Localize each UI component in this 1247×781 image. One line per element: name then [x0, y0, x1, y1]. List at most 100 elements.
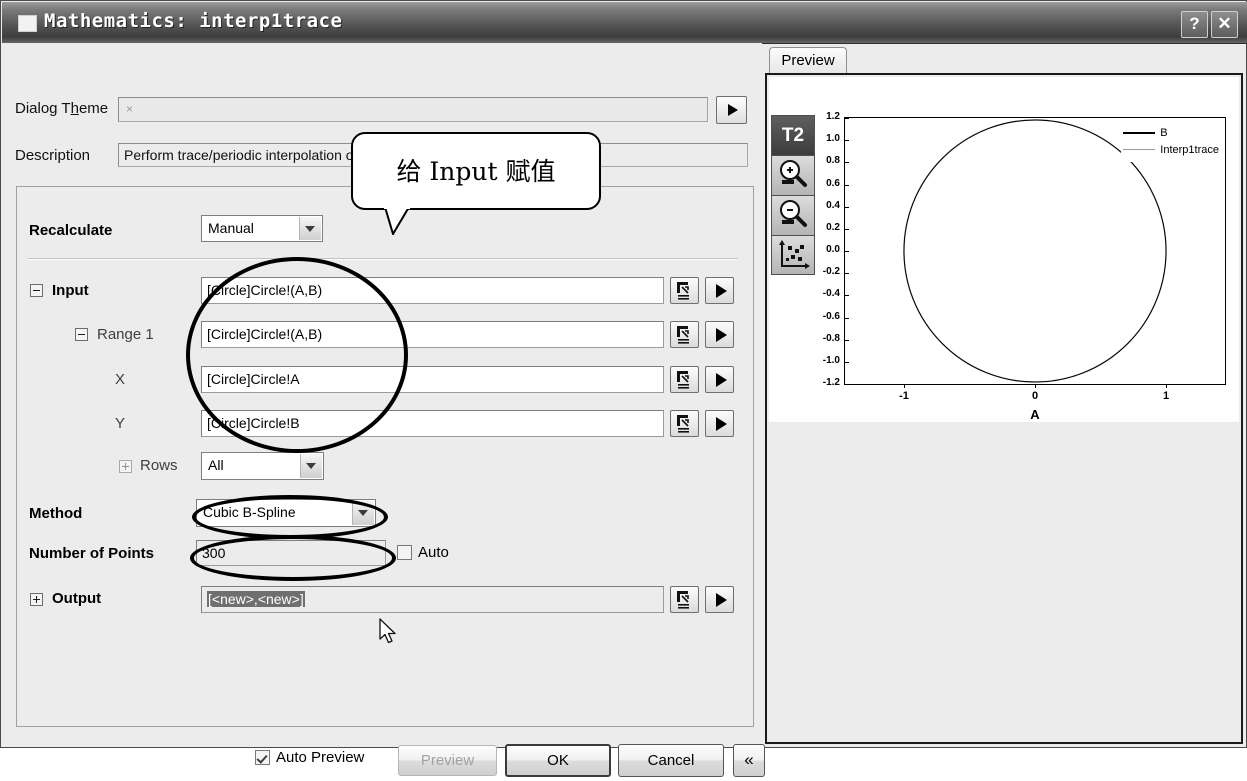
triangle-right-icon: [728, 104, 738, 116]
chart-area: T2 B Interp1trace 1.2 1.0 0.8 0.6 0.4 0.…: [769, 77, 1239, 422]
y-tick-mark: [845, 206, 849, 208]
rescale-button[interactable]: [771, 235, 815, 275]
zoom-out-icon: [780, 200, 807, 227]
zoom-in-button[interactable]: [771, 155, 815, 195]
legend-swatch: [1123, 149, 1156, 150]
y-tick-mark: [845, 228, 849, 230]
recalculate-value: Manual: [208, 220, 254, 236]
rescale-icon: [779, 240, 810, 269]
output-menu-button[interactable]: [705, 586, 734, 613]
recalculate-dropdown[interactable]: Manual: [201, 215, 323, 242]
input-menu-button[interactable]: [705, 277, 734, 304]
y-field[interactable]: [Circle]Circle!B: [201, 410, 664, 437]
y-menu-button[interactable]: [705, 410, 734, 437]
auto-points-label: Auto: [418, 544, 449, 561]
preview-button[interactable]: Preview: [398, 745, 497, 776]
x-menu-button[interactable]: [705, 366, 734, 393]
layer-t2-label: T2: [781, 125, 805, 146]
x-tick-mark: [1035, 384, 1036, 388]
y-tick-label: -0.6: [822, 310, 840, 322]
x-tick-mark: [1166, 384, 1168, 388]
select-data-icon: [677, 415, 689, 433]
y-tick-mark: [845, 273, 849, 275]
cancel-button[interactable]: Cancel: [618, 744, 724, 777]
number-of-points-field[interactable]: 300: [196, 540, 386, 566]
range1-menu-button[interactable]: [705, 321, 734, 348]
tab-preview[interactable]: Preview: [769, 47, 847, 74]
plot-frame: B Interp1trace: [844, 117, 1226, 385]
chevron-down-icon: [299, 217, 321, 240]
close-button[interactable]: ✕: [1211, 11, 1238, 38]
legend-item: B: [1123, 124, 1219, 141]
recalculate-label: Recalculate: [29, 222, 113, 239]
title-bar: Mathematics: interp1trace ? ✕: [2, 2, 1247, 44]
annotation-callout: 给 Input 赋值: [351, 132, 601, 210]
y-tick-mark: [845, 317, 849, 319]
layer-t2-button[interactable]: T2: [771, 115, 815, 155]
y-tick-label: -0.8: [822, 332, 840, 344]
range1-label: Range 1: [97, 326, 154, 343]
auto-preview-checkbox[interactable]: [255, 750, 270, 765]
legend-label: B: [1160, 126, 1168, 139]
annotation-callout-text: 给 Input 赋值: [396, 157, 556, 186]
dialog-window: Mathematics: interp1trace ? ✕ Dialog The…: [0, 0, 1247, 777]
y-tick-mark: [845, 251, 849, 252]
select-data-icon: [677, 371, 689, 389]
ok-button[interactable]: OK: [505, 744, 611, 777]
zoom-out-button[interactable]: [771, 195, 815, 235]
auto-points-checkbox[interactable]: [397, 545, 412, 560]
y-label: Y: [115, 415, 126, 432]
settings-groupbox: [16, 186, 754, 727]
group-separator: [28, 258, 738, 260]
method-value: Cubic B-Spline: [203, 504, 296, 520]
legend-label: Interp1trace: [1160, 143, 1219, 156]
y-tick-mark: [845, 118, 849, 119]
auto-preview-label: Auto Preview: [276, 749, 365, 766]
collapse-button[interactable]: «: [733, 744, 765, 777]
range1-field[interactable]: [Circle]Circle!(A,B): [201, 321, 664, 348]
select-data-icon: [677, 591, 689, 609]
x-tick-label: 0: [1031, 390, 1039, 402]
rows-value: All: [208, 457, 224, 473]
dialog-theme-input[interactable]: ×: [118, 97, 708, 122]
help-button[interactable]: ?: [1181, 11, 1208, 38]
legend-swatch: [1123, 131, 1156, 134]
y-tick-mark: [845, 361, 849, 363]
rows-expander[interactable]: [119, 460, 132, 473]
x-axis-label: A: [1030, 407, 1040, 422]
x-select-data-button[interactable]: [670, 366, 699, 393]
input-label: Input: [52, 282, 89, 299]
y-tick-label: -0.4: [822, 288, 840, 300]
range1-expander[interactable]: [75, 328, 88, 341]
input-expander[interactable]: [30, 284, 43, 297]
preview-toolbar: T2: [771, 115, 815, 275]
chevron-down-icon: [352, 501, 374, 525]
range1-select-data-button[interactable]: [670, 321, 699, 348]
rows-label: Rows: [140, 457, 178, 474]
x-tick-mark: [903, 384, 905, 388]
y-tick-mark: [845, 339, 849, 341]
chart-legend: B Interp1trace: [1121, 120, 1223, 162]
number-of-points-label: Number of Points: [29, 545, 155, 562]
method-dropdown[interactable]: Cubic B-Spline: [196, 499, 376, 527]
y-select-data-button[interactable]: [670, 410, 699, 437]
window-icon: [18, 15, 37, 32]
x-field[interactable]: [Circle]Circle!A: [201, 366, 664, 393]
y-tick-mark: [845, 384, 849, 385]
dialog-theme-menu-button[interactable]: [716, 96, 747, 124]
preview-body: T2 B Interp1trace 1.2 1.0 0.8 0.6 0.4 0.…: [765, 73, 1243, 744]
legend-item: Interp1trace: [1123, 141, 1219, 158]
output-expander[interactable]: [30, 593, 43, 606]
y-tick-mark: [845, 162, 849, 164]
method-label: Method: [29, 505, 83, 522]
zoom-in-icon: [780, 160, 807, 187]
output-value: [<new>,<new>]: [207, 591, 305, 607]
rows-dropdown[interactable]: All: [201, 452, 324, 480]
input-field[interactable]: [Circle]Circle!(A,B): [201, 277, 664, 304]
y-tick-label: -1.0: [822, 354, 840, 366]
y-tick-mark: [845, 184, 849, 186]
x-tick-label: 1: [1162, 390, 1170, 402]
output-field[interactable]: [<new>,<new>]: [201, 586, 664, 613]
input-select-data-button[interactable]: [670, 277, 699, 304]
output-select-data-button[interactable]: [670, 586, 699, 613]
